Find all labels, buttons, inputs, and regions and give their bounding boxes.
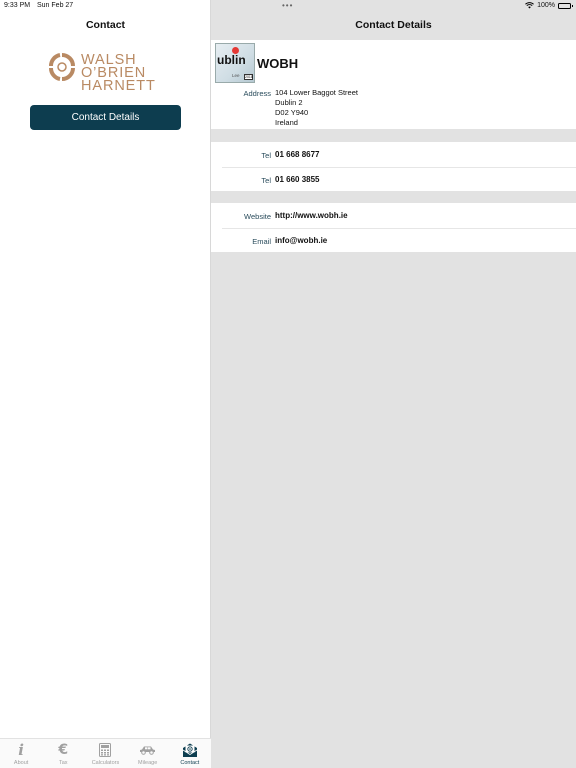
address-line: Ireland	[275, 118, 298, 127]
address-row[interactable]: Address 104 Lower Baggot Street Dublin 2…	[211, 86, 576, 129]
address-value: 104 Lower Baggot Street Dublin 2 D02 Y94…	[275, 88, 358, 128]
tab-label: Mileage	[138, 760, 158, 766]
thumbnail-text: ublin	[217, 53, 246, 67]
tab-mileage[interactable]: Mileage	[127, 739, 169, 768]
master-pane: Contact WALSH O’BRIEN HARNETT Contact De…	[0, 0, 211, 768]
tab-label: Calculators	[91, 760, 120, 766]
thumbnail-badge: 2018	[244, 74, 253, 80]
multitasking-dots[interactable]: •••	[282, 1, 293, 10]
battery-percent: 100%	[537, 2, 555, 9]
tab-tax[interactable]: € Tax	[42, 739, 84, 768]
phone-label: Tel	[261, 151, 271, 160]
website-link[interactable]: http://www.wobh.ie	[275, 211, 348, 220]
address-line: 104 Lower Baggot Street	[275, 88, 358, 97]
phone-row[interactable]: Tel 01 660 3855	[211, 167, 576, 191]
battery-icon	[558, 2, 573, 9]
detail-title: Contact Details	[355, 19, 432, 31]
status-bar: 9:33 PM Sun Feb 27 ••• 100%	[0, 0, 576, 12]
euro-icon: €	[58, 742, 69, 758]
website-row[interactable]: Website http://www.wobh.ie	[211, 203, 576, 228]
address-label: Address	[243, 89, 271, 98]
tab-contact[interactable]: Contact	[169, 739, 211, 768]
status-indicators: 100%	[525, 2, 573, 9]
info-icon: i	[18, 741, 24, 759]
email-link[interactable]: info@wobh.ie	[275, 236, 327, 245]
status-date: Sun Feb 27	[37, 2, 74, 9]
tab-label: About	[13, 760, 29, 766]
car-icon	[127, 742, 169, 758]
contact-header: ublin Lee 2018 WOBH	[211, 40, 576, 86]
contact-name: WOBH	[257, 56, 299, 71]
email-row[interactable]: Email info@wobh.ie	[211, 228, 576, 252]
phone-value[interactable]: 01 668 8677	[275, 150, 320, 159]
logo-mark-icon	[49, 53, 75, 81]
contact-envelope-icon	[169, 742, 211, 758]
status-time: 9:33 PM	[4, 2, 31, 9]
master-title: Contact	[85, 19, 126, 31]
wifi-icon	[525, 2, 534, 9]
website-label: Website	[244, 212, 271, 221]
calculator-icon	[84, 742, 126, 758]
phone-group: Tel 01 668 8677 Tel 01 660 3855	[211, 142, 576, 191]
thumbnail-small-text: Lee	[232, 73, 240, 78]
phone-value[interactable]: 01 660 3855	[275, 175, 320, 184]
tab-label: Contact	[180, 760, 200, 766]
web-email-group: Website http://www.wobh.ie Email info@wo…	[211, 203, 576, 252]
email-label: Email	[252, 237, 271, 246]
tab-about[interactable]: i About	[0, 739, 42, 768]
detail-pane: Contact Details ublin Lee 2018 WOBH Addr…	[211, 0, 576, 768]
phone-row[interactable]: Tel 01 668 8677	[211, 142, 576, 167]
address-group: Address 104 Lower Baggot Street Dublin 2…	[211, 86, 576, 129]
company-logo: WALSH O’BRIEN HARNETT	[48, 52, 168, 96]
contact-thumbnail: ublin Lee 2018	[215, 43, 255, 83]
logo-text-harnett: HARNETT	[81, 78, 156, 94]
contact-details-button[interactable]: Contact Details	[30, 105, 181, 130]
phone-label: Tel	[261, 176, 271, 185]
address-line: D02 Y940	[275, 108, 309, 117]
address-line: Dublin 2	[275, 98, 303, 107]
tab-bar: i About € Tax Calculators Mileage Contac…	[0, 738, 211, 768]
tab-calculators[interactable]: Calculators	[84, 739, 126, 768]
tab-label: Tax	[59, 760, 68, 766]
